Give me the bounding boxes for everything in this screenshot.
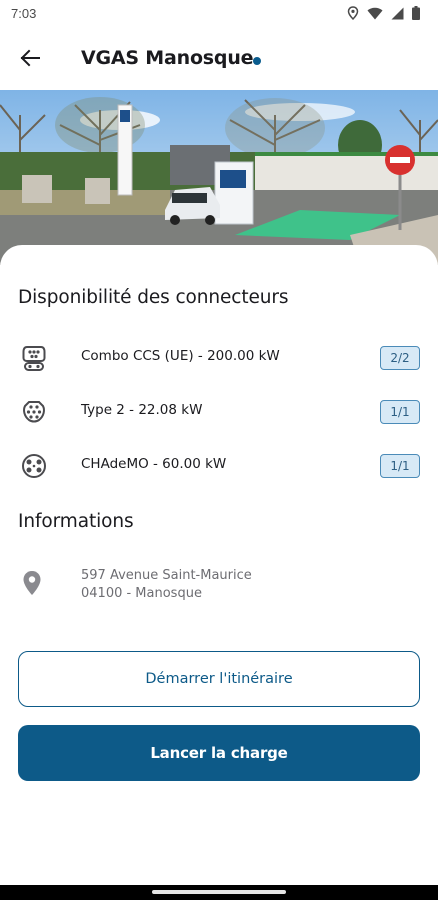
chademo-icon [20, 452, 48, 480]
app-header: VGAS Manosque [0, 28, 438, 90]
start-itinerary-button[interactable]: Démarrer l'itinéraire [18, 651, 420, 707]
page-title: VGAS Manosque [81, 47, 254, 69]
location-pin-icon [22, 570, 42, 596]
connector-row[interactable]: Combo CCS (UE) - 200.00 kW 2/2 [0, 340, 438, 376]
type2-icon [20, 398, 48, 426]
start-charge-button[interactable]: Lancer la charge [18, 725, 420, 781]
availability-badge: 1/1 [380, 454, 420, 478]
combo-ccs-icon [20, 344, 48, 372]
connectors-section-title: Disponibilité des connecteurs [18, 287, 289, 308]
details-sheet: Disponibilité des connecteurs Combo CCS … [0, 245, 438, 885]
back-button[interactable] [14, 44, 46, 76]
connector-label: CHAdeMO - 60.00 kW [81, 456, 227, 472]
home-handle[interactable] [152, 890, 286, 894]
informations-section-title: Informations [18, 511, 134, 532]
address-line-2: 04100 - Manosque [81, 586, 202, 601]
system-nav-bar [0, 885, 438, 900]
station-photo [0, 90, 438, 265]
wifi-icon [367, 7, 383, 20]
availability-badge: 1/1 [380, 400, 420, 424]
address-line-1: 597 Avenue Saint-Maurice [81, 568, 252, 583]
location-icon [347, 6, 359, 20]
connector-label: Type 2 - 22.08 kW [81, 402, 203, 418]
status-time: 7:03 [11, 6, 37, 21]
availability-badge: 2/2 [380, 346, 420, 370]
station-status-dot [253, 57, 261, 65]
status-bar: 7:03 [0, 0, 438, 28]
battery-icon [412, 6, 420, 20]
status-icons [347, 6, 420, 20]
arrow-left-icon [20, 49, 40, 71]
signal-icon [391, 7, 404, 20]
connector-row[interactable]: Type 2 - 22.08 kW 1/1 [0, 394, 438, 430]
connector-label: Combo CCS (UE) - 200.00 kW [81, 348, 280, 364]
connector-row[interactable]: CHAdeMO - 60.00 kW 1/1 [0, 448, 438, 484]
